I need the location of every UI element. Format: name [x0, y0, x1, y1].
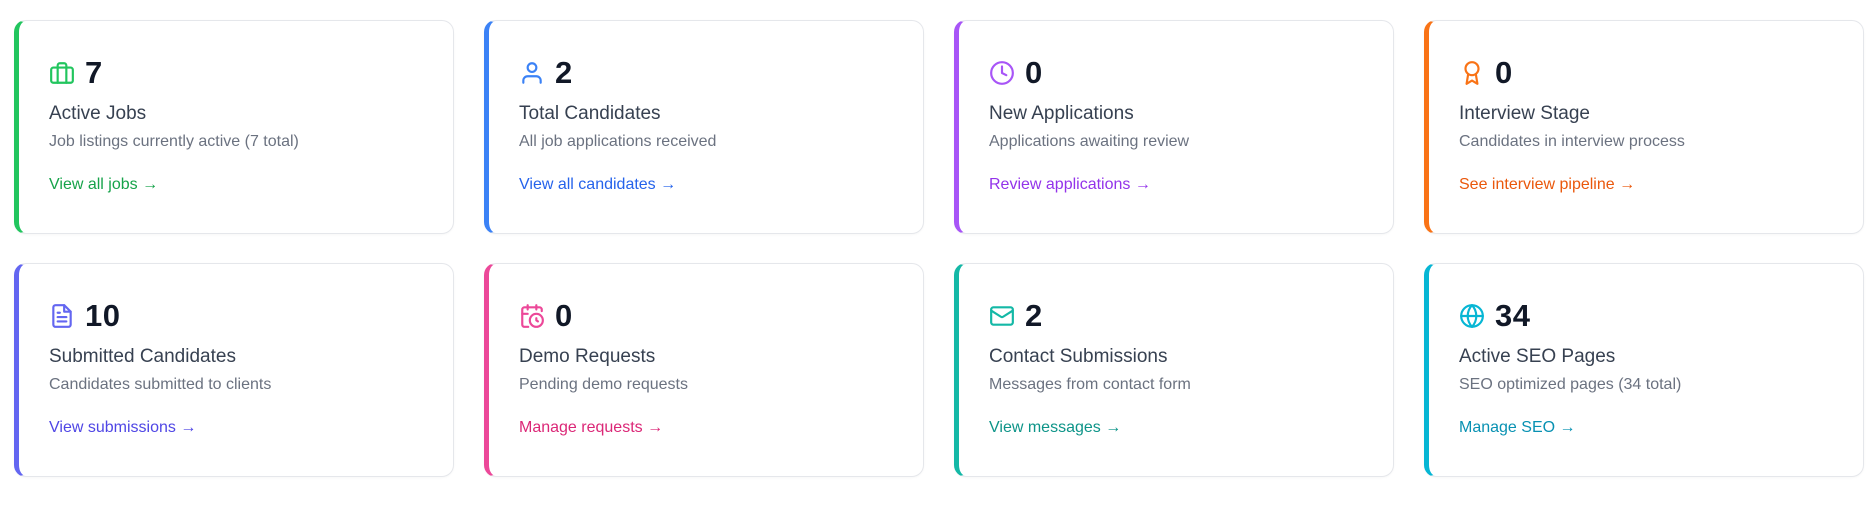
view-all-jobs-link[interactable]: View all jobs → [49, 176, 158, 194]
card-submitted-candidates: 10 Submitted Candidates Candidates submi… [14, 263, 454, 477]
stats-grid: 7 Active Jobs Job listings currently act… [14, 20, 1864, 477]
stat-count: 7 [85, 55, 103, 90]
award-icon [1459, 60, 1485, 86]
card-active-jobs: 7 Active Jobs Job listings currently act… [14, 20, 454, 234]
mail-icon [989, 303, 1015, 329]
view-messages-link[interactable]: View messages → [989, 419, 1121, 437]
card-header: 2 [989, 298, 1363, 334]
briefcase-icon [49, 60, 75, 86]
card-header: 2 [519, 55, 893, 91]
card-description: Candidates submitted to clients [49, 376, 272, 393]
view-all-candidates-link[interactable]: View all candidates → [519, 176, 676, 194]
card-description: SEO optimized pages (34 total) [1459, 376, 1682, 393]
stat-count: 0 [555, 298, 573, 333]
card-description: Candidates in interview process [1459, 133, 1685, 150]
card-active-seo-pages: 34 Active SEO Pages SEO optimized pages … [1424, 263, 1864, 477]
globe-icon [1459, 303, 1485, 329]
manage-requests-link[interactable]: Manage requests → [519, 419, 663, 437]
stat-count: 34 [1495, 298, 1531, 333]
card-title: Submitted Candidates [49, 346, 236, 367]
card-title: New Applications [989, 103, 1134, 124]
card-description: All job applications received [519, 133, 717, 150]
review-applications-link[interactable]: Review applications → [989, 176, 1151, 194]
card-contact-submissions: 2 Contact Submissions Messages from cont… [954, 263, 1394, 477]
card-interview-stage: 0 Interview Stage Candidates in intervie… [1424, 20, 1864, 234]
stat-count: 2 [1025, 298, 1043, 333]
stat-count: 2 [555, 55, 573, 90]
clock-icon [989, 60, 1015, 86]
manage-seo-link[interactable]: Manage SEO → [1459, 419, 1576, 437]
card-new-applications: 0 New Applications Applications awaiting… [954, 20, 1394, 234]
card-header: 0 [989, 55, 1363, 91]
view-submissions-link[interactable]: View submissions → [49, 419, 196, 437]
card-description: Job listings currently active (7 total) [49, 133, 299, 150]
card-description: Pending demo requests [519, 376, 688, 393]
card-demo-requests: 0 Demo Requests Pending demo requests Ma… [484, 263, 924, 477]
user-icon [519, 60, 545, 86]
card-title: Contact Submissions [989, 346, 1168, 367]
card-title: Active Jobs [49, 103, 147, 124]
card-header: 7 [49, 55, 423, 91]
stat-count: 0 [1495, 55, 1513, 90]
card-title: Interview Stage [1459, 103, 1590, 124]
file-text-icon [49, 303, 75, 329]
card-header: 34 [1459, 298, 1833, 334]
card-title: Total Candidates [519, 103, 661, 124]
calendar-clock-icon [519, 303, 545, 329]
see-interview-pipeline-link[interactable]: See interview pipeline → [1459, 176, 1635, 194]
card-total-candidates: 2 Total Candidates All job applications … [484, 20, 924, 234]
card-header: 10 [49, 298, 423, 334]
card-title: Active SEO Pages [1459, 346, 1616, 367]
card-header: 0 [519, 298, 893, 334]
stat-count: 10 [85, 298, 121, 333]
card-description: Applications awaiting review [989, 133, 1190, 150]
card-description: Messages from contact form [989, 376, 1191, 393]
card-title: Demo Requests [519, 346, 656, 367]
card-header: 0 [1459, 55, 1833, 91]
stat-count: 0 [1025, 55, 1043, 90]
